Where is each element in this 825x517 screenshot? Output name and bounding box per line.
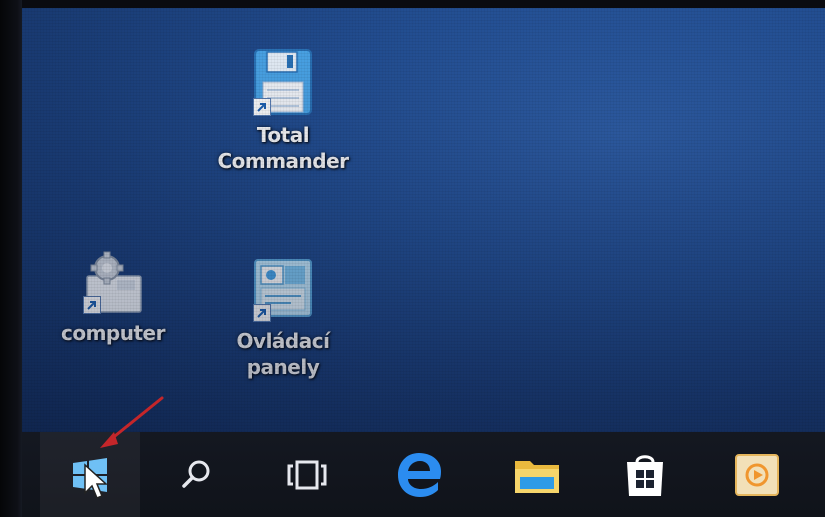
task-view-button[interactable]: [262, 432, 352, 517]
store-icon: [627, 454, 663, 496]
edge-button[interactable]: [374, 432, 464, 517]
desktop-icon-label: computer: [61, 320, 165, 346]
monitor-bezel-top: [0, 0, 825, 8]
control-panel-icon: [251, 254, 315, 324]
desktop-icon-label: Total Commander: [217, 122, 349, 174]
desktop-icon-computer[interactable]: computer: [38, 246, 188, 346]
shortcut-arrow-icon: [253, 304, 271, 322]
screen: Total Commander computer Ovládací panely: [0, 0, 825, 517]
search-icon: [182, 460, 210, 488]
file-explorer-icon: [515, 460, 559, 493]
floppy-disk-icon: [251, 48, 315, 118]
file-explorer-button[interactable]: [492, 432, 582, 517]
shortcut-arrow-icon: [83, 296, 101, 314]
media-app-button[interactable]: [712, 432, 802, 517]
desktop[interactable]: Total Commander computer Ovládací panely: [22, 8, 825, 432]
label-line-1: computer: [61, 321, 165, 345]
taskbar: [22, 432, 825, 517]
search-button[interactable]: [152, 432, 242, 517]
task-view-icon: [287, 460, 327, 489]
desktop-icon-control-panel[interactable]: Ovládací panely: [208, 254, 358, 380]
mouse-cursor-icon: [84, 463, 108, 499]
monitor-bezel-left: [0, 0, 22, 517]
desktop-icon-total-commander[interactable]: Total Commander: [208, 48, 358, 174]
store-button[interactable]: [600, 432, 690, 517]
media-app-icon: [735, 453, 779, 496]
shortcut-arrow-icon: [253, 98, 271, 116]
label-line-1: Total: [256, 123, 310, 147]
computer-settings-icon: [81, 246, 145, 316]
label-line-1: Ovládací: [236, 329, 330, 353]
label-line-2: panely: [246, 355, 320, 379]
edge-icon: [398, 452, 441, 497]
desktop-icon-label: Ovládací panely: [237, 328, 330, 380]
label-line-2: Commander: [217, 149, 349, 173]
